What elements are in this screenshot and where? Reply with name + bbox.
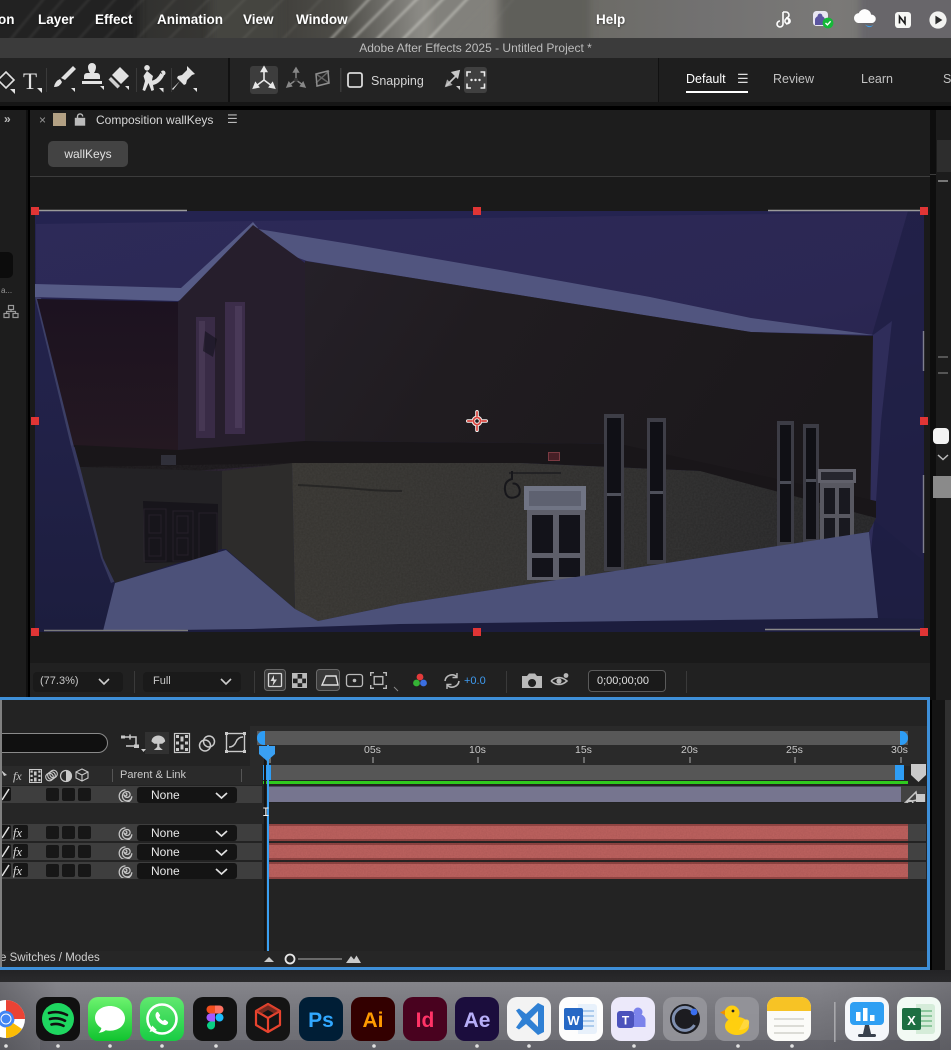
svg-text:T: T: [23, 69, 37, 94]
svg-text:X: X: [907, 1013, 916, 1028]
svg-text:fx: fx: [13, 769, 22, 783]
svg-text:Snapping: Snapping: [371, 74, 424, 88]
svg-text:T: T: [622, 1014, 630, 1028]
svg-text:fx: fx: [13, 826, 22, 840]
svg-text:Id: Id: [416, 1009, 435, 1032]
svg-text:fx: fx: [13, 864, 22, 878]
svg-text:fx: fx: [13, 845, 22, 859]
svg-text:Ps: Ps: [308, 1009, 334, 1032]
svg-text:W: W: [567, 1013, 580, 1028]
svg-text:Ae: Ae: [464, 1009, 491, 1032]
svg-text:Ai: Ai: [363, 1009, 384, 1032]
